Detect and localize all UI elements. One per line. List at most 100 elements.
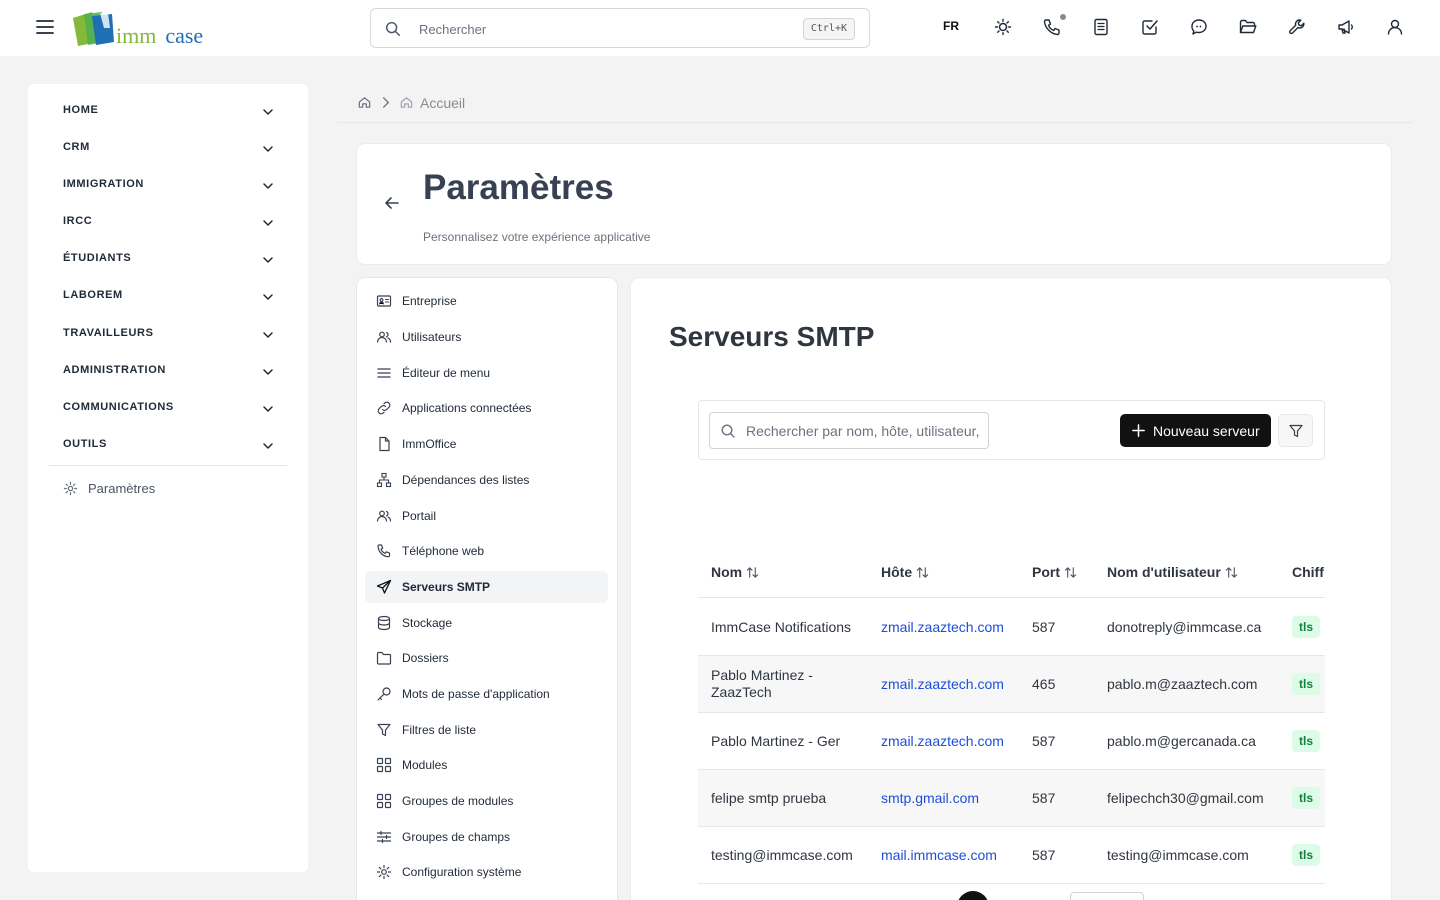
- sidebar-item-label: IMMIGRATION: [63, 178, 144, 190]
- sidebar-item-etudiants[interactable]: ÉTUDIANTS: [63, 247, 275, 271]
- user-icon[interactable]: [1385, 17, 1405, 37]
- language-switcher[interactable]: FR: [936, 19, 966, 33]
- table-row[interactable]: felipe smtp prueba smtp.gmail.com 587 fe…: [698, 770, 1325, 827]
- column-header-nom[interactable]: Nom: [711, 564, 759, 580]
- column-header-label: Chiff: [1292, 564, 1324, 580]
- smtp-search[interactable]: [709, 412, 989, 449]
- sort-icon: [916, 567, 929, 578]
- cell-name: Pablo Martinez - Ger: [711, 733, 841, 749]
- sidebar-item-travailleurs[interactable]: TRAVAILLEURS: [63, 322, 275, 346]
- settings-item-label: Filtres de liste: [402, 723, 477, 737]
- cell-port: 587: [1032, 619, 1056, 635]
- column-header-nom-utilisateur[interactable]: Nom d'utilisateur: [1107, 564, 1238, 580]
- pagination-current-page[interactable]: [957, 891, 989, 900]
- settings-item-label: Entreprise: [402, 294, 457, 308]
- cell-host-link[interactable]: smtp.gmail.com: [881, 790, 979, 806]
- settings-item-filtres-liste[interactable]: Filtres de liste: [365, 714, 608, 746]
- home-icon[interactable]: [357, 95, 372, 110]
- settings-item-editeur-menu[interactable]: Éditeur de menu: [365, 357, 608, 389]
- sidebar-item-administration[interactable]: ADMINISTRATION: [63, 359, 275, 383]
- back-arrow-icon[interactable]: [383, 194, 401, 212]
- sidebar-item-label: COMMUNICATIONS: [63, 401, 174, 413]
- settings-item-label: ImmOffice: [402, 437, 457, 451]
- sidebar-item-ircc[interactable]: IRCC: [63, 210, 275, 234]
- table-row[interactable]: ImmCase Notifications zmail.zaaztech.com…: [698, 599, 1325, 656]
- settings-item-configuration-systeme[interactable]: Configuration système: [365, 856, 608, 888]
- sidebar-item-communications[interactable]: COMMUNICATIONS: [63, 396, 275, 420]
- cell-host-link[interactable]: mail.immcase.com: [881, 847, 997, 863]
- chat-icon[interactable]: [1189, 17, 1209, 37]
- settings-item-label: Groupes de modules: [402, 794, 514, 808]
- search-icon: [721, 424, 735, 438]
- settings-item-dossiers[interactable]: Dossiers: [365, 642, 608, 674]
- notes-icon[interactable]: [1091, 17, 1111, 37]
- hierarchy-icon: [376, 472, 392, 488]
- page-title: Paramètres: [423, 168, 614, 207]
- settings-item-label: Stockage: [402, 616, 453, 630]
- cell-host-link[interactable]: zmail.zaaztech.com: [881, 676, 1004, 692]
- hamburger-menu-icon[interactable]: [35, 17, 55, 37]
- settings-item-portail[interactable]: Portail: [365, 500, 608, 532]
- checkbox-icon[interactable]: [1140, 17, 1160, 37]
- settings-item-dependances-listes[interactable]: Dépendances des listes: [365, 464, 608, 496]
- folder-icon: [376, 651, 392, 665]
- table-row[interactable]: Pablo Martinez - Ger zmail.zaaztech.com …: [698, 713, 1325, 770]
- sidebar-item-immigration[interactable]: IMMIGRATION: [63, 173, 275, 197]
- cell-name: felipe smtp prueba: [711, 790, 827, 806]
- settings-item-modules[interactable]: Modules: [365, 749, 608, 781]
- global-search-input[interactable]: [419, 18, 779, 40]
- sidebar-item-laborem[interactable]: LABOREM: [63, 284, 275, 308]
- sidebar-item-label: ÉTUDIANTS: [63, 252, 132, 264]
- settings-item-groupes-champs[interactable]: Groupes de champs: [365, 821, 608, 853]
- wrench-icon[interactable]: [1287, 17, 1307, 37]
- settings-item-applications-connectees[interactable]: Applications connectées: [365, 392, 608, 424]
- folder-open-icon[interactable]: [1238, 17, 1258, 37]
- id-card-icon: [376, 295, 392, 307]
- settings-item-immoffice[interactable]: ImmOffice: [365, 428, 608, 460]
- global-search[interactable]: Ctrl+K: [370, 8, 870, 48]
- settings-item-mots-de-passe[interactable]: Mots de passe d'application: [365, 678, 608, 710]
- column-header-hote[interactable]: Hôte: [881, 564, 929, 580]
- sun-icon[interactable]: [993, 17, 1013, 37]
- megaphone-icon[interactable]: [1336, 17, 1356, 37]
- settings-item-label: Applications connectées: [402, 401, 532, 415]
- page-size-select[interactable]: [1070, 892, 1144, 900]
- smtp-servers-panel: Serveurs SMTP Nouveau serveur Nom Hôte P…: [631, 278, 1391, 900]
- settings-item-stockage[interactable]: Stockage: [365, 607, 608, 639]
- settings-item-label: Utilisateurs: [402, 330, 462, 344]
- sidebar-item-home[interactable]: HOME: [63, 99, 275, 123]
- logo[interactable]: imm case: [70, 10, 210, 48]
- home-icon: [400, 97, 413, 108]
- column-header-label: Port: [1032, 564, 1060, 580]
- settings-item-telephone-web[interactable]: Téléphone web: [365, 535, 608, 567]
- new-server-button[interactable]: Nouveau serveur: [1120, 414, 1271, 447]
- chevron-down-icon: [263, 146, 273, 152]
- smtp-search-input[interactable]: [746, 421, 984, 441]
- column-header-chiffrement[interactable]: Chiff: [1292, 564, 1324, 580]
- column-header-port[interactable]: Port: [1032, 564, 1077, 580]
- sidebar-item-parametres[interactable]: Paramètres: [63, 479, 263, 503]
- chevron-down-icon: [263, 257, 273, 263]
- table-row[interactable]: testing@immcase.com mail.immcase.com 587…: [698, 827, 1325, 884]
- sort-icon: [746, 567, 759, 578]
- sidebar-item-crm[interactable]: CRM: [63, 136, 275, 160]
- table-row[interactable]: Pablo Martinez - ZaazTech zmail.zaaztech…: [698, 656, 1325, 713]
- cell-host-link[interactable]: zmail.zaaztech.com: [881, 733, 1004, 749]
- sidebar-item-outils[interactable]: OUTILS: [63, 433, 275, 457]
- settings-item-groupes-modules[interactable]: Groupes de modules: [365, 785, 608, 817]
- settings-item-entreprise[interactable]: Entreprise: [365, 285, 608, 317]
- sidebar-item-label: CRM: [63, 141, 90, 153]
- settings-item-utilisateurs[interactable]: Utilisateurs: [365, 321, 608, 353]
- cell-port: 587: [1032, 790, 1056, 806]
- filter-button[interactable]: [1278, 414, 1313, 447]
- sidebar-item-label: OUTILS: [63, 438, 107, 450]
- settings-item-label: Groupes de champs: [402, 830, 511, 844]
- settings-item-label: Configuration système: [402, 865, 522, 879]
- file-icon: [379, 436, 390, 452]
- phone-icon[interactable]: [1042, 17, 1062, 37]
- gear-icon: [63, 481, 78, 496]
- settings-item-serveurs-smtp[interactable]: Serveurs SMTP: [365, 571, 608, 603]
- cell-host-link[interactable]: zmail.zaaztech.com: [881, 619, 1004, 635]
- notification-dot: [1060, 14, 1066, 20]
- cell-username: pablo.m@gercanada.ca: [1107, 733, 1256, 749]
